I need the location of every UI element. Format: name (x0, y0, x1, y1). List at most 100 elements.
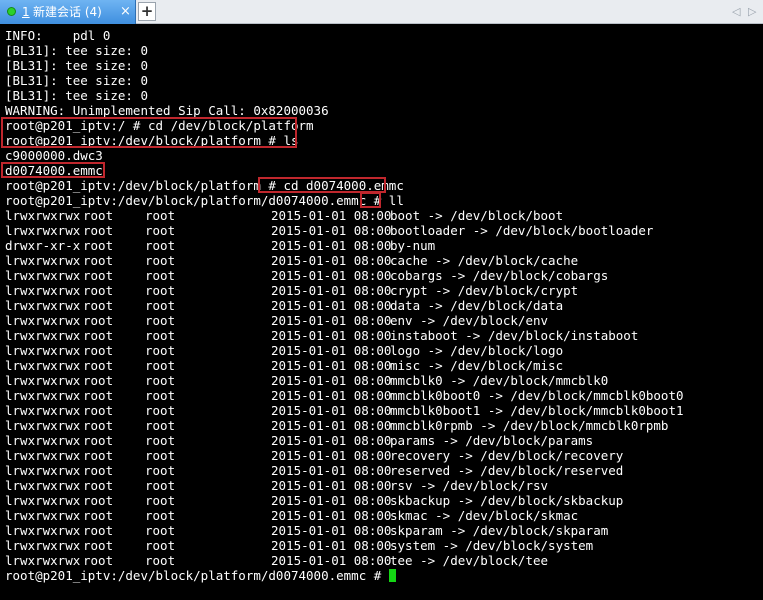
listing-owner: root (83, 553, 114, 568)
connected-status-icon (7, 7, 16, 16)
listing-permissions: lrwxrwxrwx (5, 523, 81, 538)
listing-group: root (145, 268, 176, 283)
listing-date: 2015-01-01 08:00 (271, 238, 392, 253)
listing-name: mmcblk0boot1 -> /dev/block/mmcblk0boot1 (390, 403, 684, 418)
listing-name: skparam -> /dev/block/skparam (390, 523, 609, 538)
listing-date: 2015-01-01 08:00 (271, 343, 392, 358)
listing-owner: root (83, 268, 114, 283)
listing-permissions: lrwxrwxrwx (5, 508, 81, 523)
listing-permissions: lrwxrwxrwx (5, 553, 81, 568)
tab-session-1[interactable]: 1 新建会话 (4) × (0, 0, 136, 24)
listing-permissions: lrwxrwxrwx (5, 403, 81, 418)
listing-owner: root (83, 478, 114, 493)
listing-date: 2015-01-01 08:00 (271, 388, 392, 403)
listing-row: lrwxrwxrwx root root 2015-01-01 08:00 cache … (5, 253, 763, 268)
listing-row: lrwxrwxrwx root root 2015-01-01 08:00 mmcblk… (5, 418, 763, 433)
listing-permissions: lrwxrwxrwx (5, 313, 81, 328)
listing-owner: root (83, 508, 114, 523)
listing-group: root (145, 373, 176, 388)
tab-number: 1 (22, 5, 30, 19)
add-tab-button[interactable]: + (138, 2, 156, 21)
listing-row: lrwxrwxrwx root root 2015-01-01 08:00 logo -… (5, 343, 763, 358)
listing-owner: root (83, 253, 114, 268)
close-tab-icon[interactable]: × (120, 0, 131, 24)
listing-date: 2015-01-01 08:00 (271, 433, 392, 448)
listing-permissions: lrwxrwxrwx (5, 253, 81, 268)
terminal-line: [BL31]: tee size: 0 (5, 73, 148, 88)
listing-date: 2015-01-01 08:00 (271, 463, 392, 478)
listing-name: tee -> /dev/block/tee (390, 553, 549, 568)
listing-owner: root (83, 433, 114, 448)
listing-name: mmcblk0rpmb -> /dev/block/mmcblk0rpmb (390, 418, 669, 433)
listing-owner: root (83, 538, 114, 553)
listing-group: root (145, 403, 176, 418)
listing-permissions: lrwxrwxrwx (5, 538, 81, 553)
listing-row: lrwxrwxrwx root root 2015-01-01 08:00 recove… (5, 448, 763, 463)
terminal-line: [BL31]: tee size: 0 (5, 58, 148, 73)
tab-prev-icon[interactable]: ◁ (732, 0, 740, 24)
listing-row: lrwxrwxrwx root root 2015-01-01 08:00 misc -… (5, 358, 763, 373)
listing-row: lrwxrwxrwx root root 2015-01-01 08:00 mmcblk… (5, 403, 763, 418)
terminal-line: [BL31]: tee size: 0 (5, 88, 148, 103)
listing-permissions: lrwxrwxrwx (5, 283, 81, 298)
listing-row: lrwxrwxrwx root root 2015-01-01 08:00 mmcblk… (5, 388, 763, 403)
listing-date: 2015-01-01 08:00 (271, 418, 392, 433)
listing-group: root (145, 478, 176, 493)
listing-permissions: lrwxrwxrwx (5, 493, 81, 508)
tab-next-icon[interactable]: ▷ (748, 0, 756, 24)
listing-permissions: lrwxrwxrwx (5, 343, 81, 358)
listing-row: lrwxrwxrwx root root 2015-01-01 08:00 cobarg… (5, 268, 763, 283)
listing-owner: root (83, 448, 114, 463)
terminal-line-cd-platform: root@p201_iptv:/ # cd /dev/block/platfor… (5, 118, 314, 133)
listing-date: 2015-01-01 08:00 (271, 478, 392, 493)
terminal-output[interactable]: INFO: pdl 0 [BL31]: tee size: 0 [BL31]: … (0, 28, 763, 600)
listing-date: 2015-01-01 08:00 (271, 328, 392, 343)
listing-owner: root (83, 343, 114, 358)
listing-date: 2015-01-01 08:00 (271, 358, 392, 373)
terminal-prompt[interactable]: root@p201_iptv:/dev/block/platform/d0074… (5, 568, 763, 583)
listing-permissions: lrwxrwxrwx (5, 448, 81, 463)
listing-permissions: lrwxrwxrwx (5, 433, 81, 448)
listing-permissions: lrwxrwxrwx (5, 358, 81, 373)
listing-group: root (145, 493, 176, 508)
listing-row: lrwxrwxrwx root root 2015-01-01 08:00 skpara… (5, 523, 763, 538)
terminal-line: [BL31]: tee size: 0 (5, 43, 148, 58)
listing-permissions: lrwxrwxrwx (5, 478, 81, 493)
listing-group: root (145, 253, 176, 268)
listing-date: 2015-01-01 08:00 (271, 553, 392, 568)
listing-group: root (145, 343, 176, 358)
listing-permissions: lrwxrwxrwx (5, 268, 81, 283)
listing-group: root (145, 358, 176, 373)
listing-date: 2015-01-01 08:00 (271, 373, 392, 388)
listing-owner: root (83, 283, 114, 298)
listing-row: lrwxrwxrwx root root 2015-01-01 08:00 skback… (5, 493, 763, 508)
listing-name: mmcblk0 -> /dev/block/mmcblk0 (390, 373, 609, 388)
listing-owner: root (83, 328, 114, 343)
listing-date: 2015-01-01 08:00 (271, 253, 392, 268)
listing-date: 2015-01-01 08:00 (271, 523, 392, 538)
terminal-line-ll: root@p201_iptv:/dev/block/platform/d0074… (5, 193, 404, 208)
listing-name: skmac -> /dev/block/skmac (390, 508, 579, 523)
listing-name: mmcblk0boot0 -> /dev/block/mmcblk0boot0 (390, 388, 684, 403)
listing-group: root (145, 538, 176, 553)
listing-group: root (145, 223, 176, 238)
listing-row: lrwxrwxrwx root root 2015-01-01 08:00 reserv… (5, 463, 763, 478)
listing-permissions: lrwxrwxrwx (5, 388, 81, 403)
listing-name: boot -> /dev/block/boot (390, 208, 564, 223)
listing-name: by-num (390, 238, 436, 253)
listing-date: 2015-01-01 08:00 (271, 223, 392, 238)
listing-group: root (145, 553, 176, 568)
listing-group: root (145, 463, 176, 478)
listing-owner: root (83, 373, 114, 388)
listing-permissions: lrwxrwxrwx (5, 328, 81, 343)
listing-owner: root (83, 388, 114, 403)
listing-group: root (145, 433, 176, 448)
listing-owner: root (83, 358, 114, 373)
listing-row: lrwxrwxrwx root root 2015-01-01 08:00 env ->… (5, 313, 763, 328)
listing-owner: root (83, 523, 114, 538)
listing-date: 2015-01-01 08:00 (271, 538, 392, 553)
listing-group: root (145, 238, 176, 253)
directory-listing: lrwxrwxrwx root root 2015-01-01 08:00 boot -… (5, 208, 763, 568)
terminal-line-ls: root@p201_iptv:/dev/block/platform # ls (5, 133, 299, 148)
listing-owner: root (83, 313, 114, 328)
